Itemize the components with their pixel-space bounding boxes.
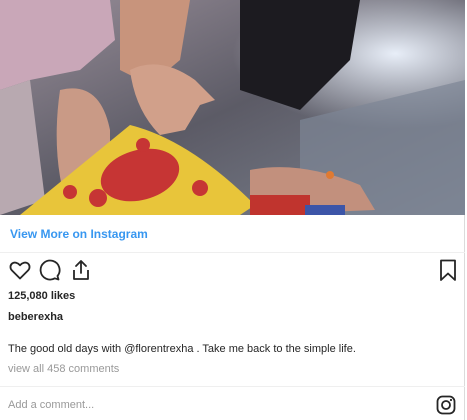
username[interactable]: beberexha — [8, 311, 63, 323]
bookmark-icon[interactable] — [436, 258, 460, 282]
comment-icon[interactable] — [37, 258, 61, 282]
likes-count[interactable]: 125,080 likes — [8, 290, 75, 302]
caption-text-end: . Take me back to the simple life. — [193, 343, 356, 355]
view-more-link[interactable]: View More on Instagram — [10, 227, 148, 241]
comment-bar: Add a comment... — [0, 386, 465, 420]
add-comment-input[interactable]: Add a comment... — [8, 399, 94, 411]
view-more-bar: View More on Instagram — [0, 215, 465, 253]
view-all-comments-link[interactable]: view all 458 comments — [8, 363, 119, 375]
action-bar — [0, 258, 465, 284]
instagram-embed: View More on Instagram 125,080 likes beb… — [0, 0, 465, 420]
caption-text-start: The good old days with — [8, 343, 125, 355]
instagram-logo-icon[interactable] — [436, 395, 456, 415]
caption: The good old days with @florentrexha . T… — [8, 343, 356, 355]
post-photo-image — [0, 0, 465, 215]
share-icon[interactable] — [69, 258, 93, 282]
caption-mention-link[interactable]: @florentrexha — [124, 343, 193, 355]
post-photo[interactable] — [0, 0, 465, 215]
heart-icon[interactable] — [8, 258, 32, 282]
